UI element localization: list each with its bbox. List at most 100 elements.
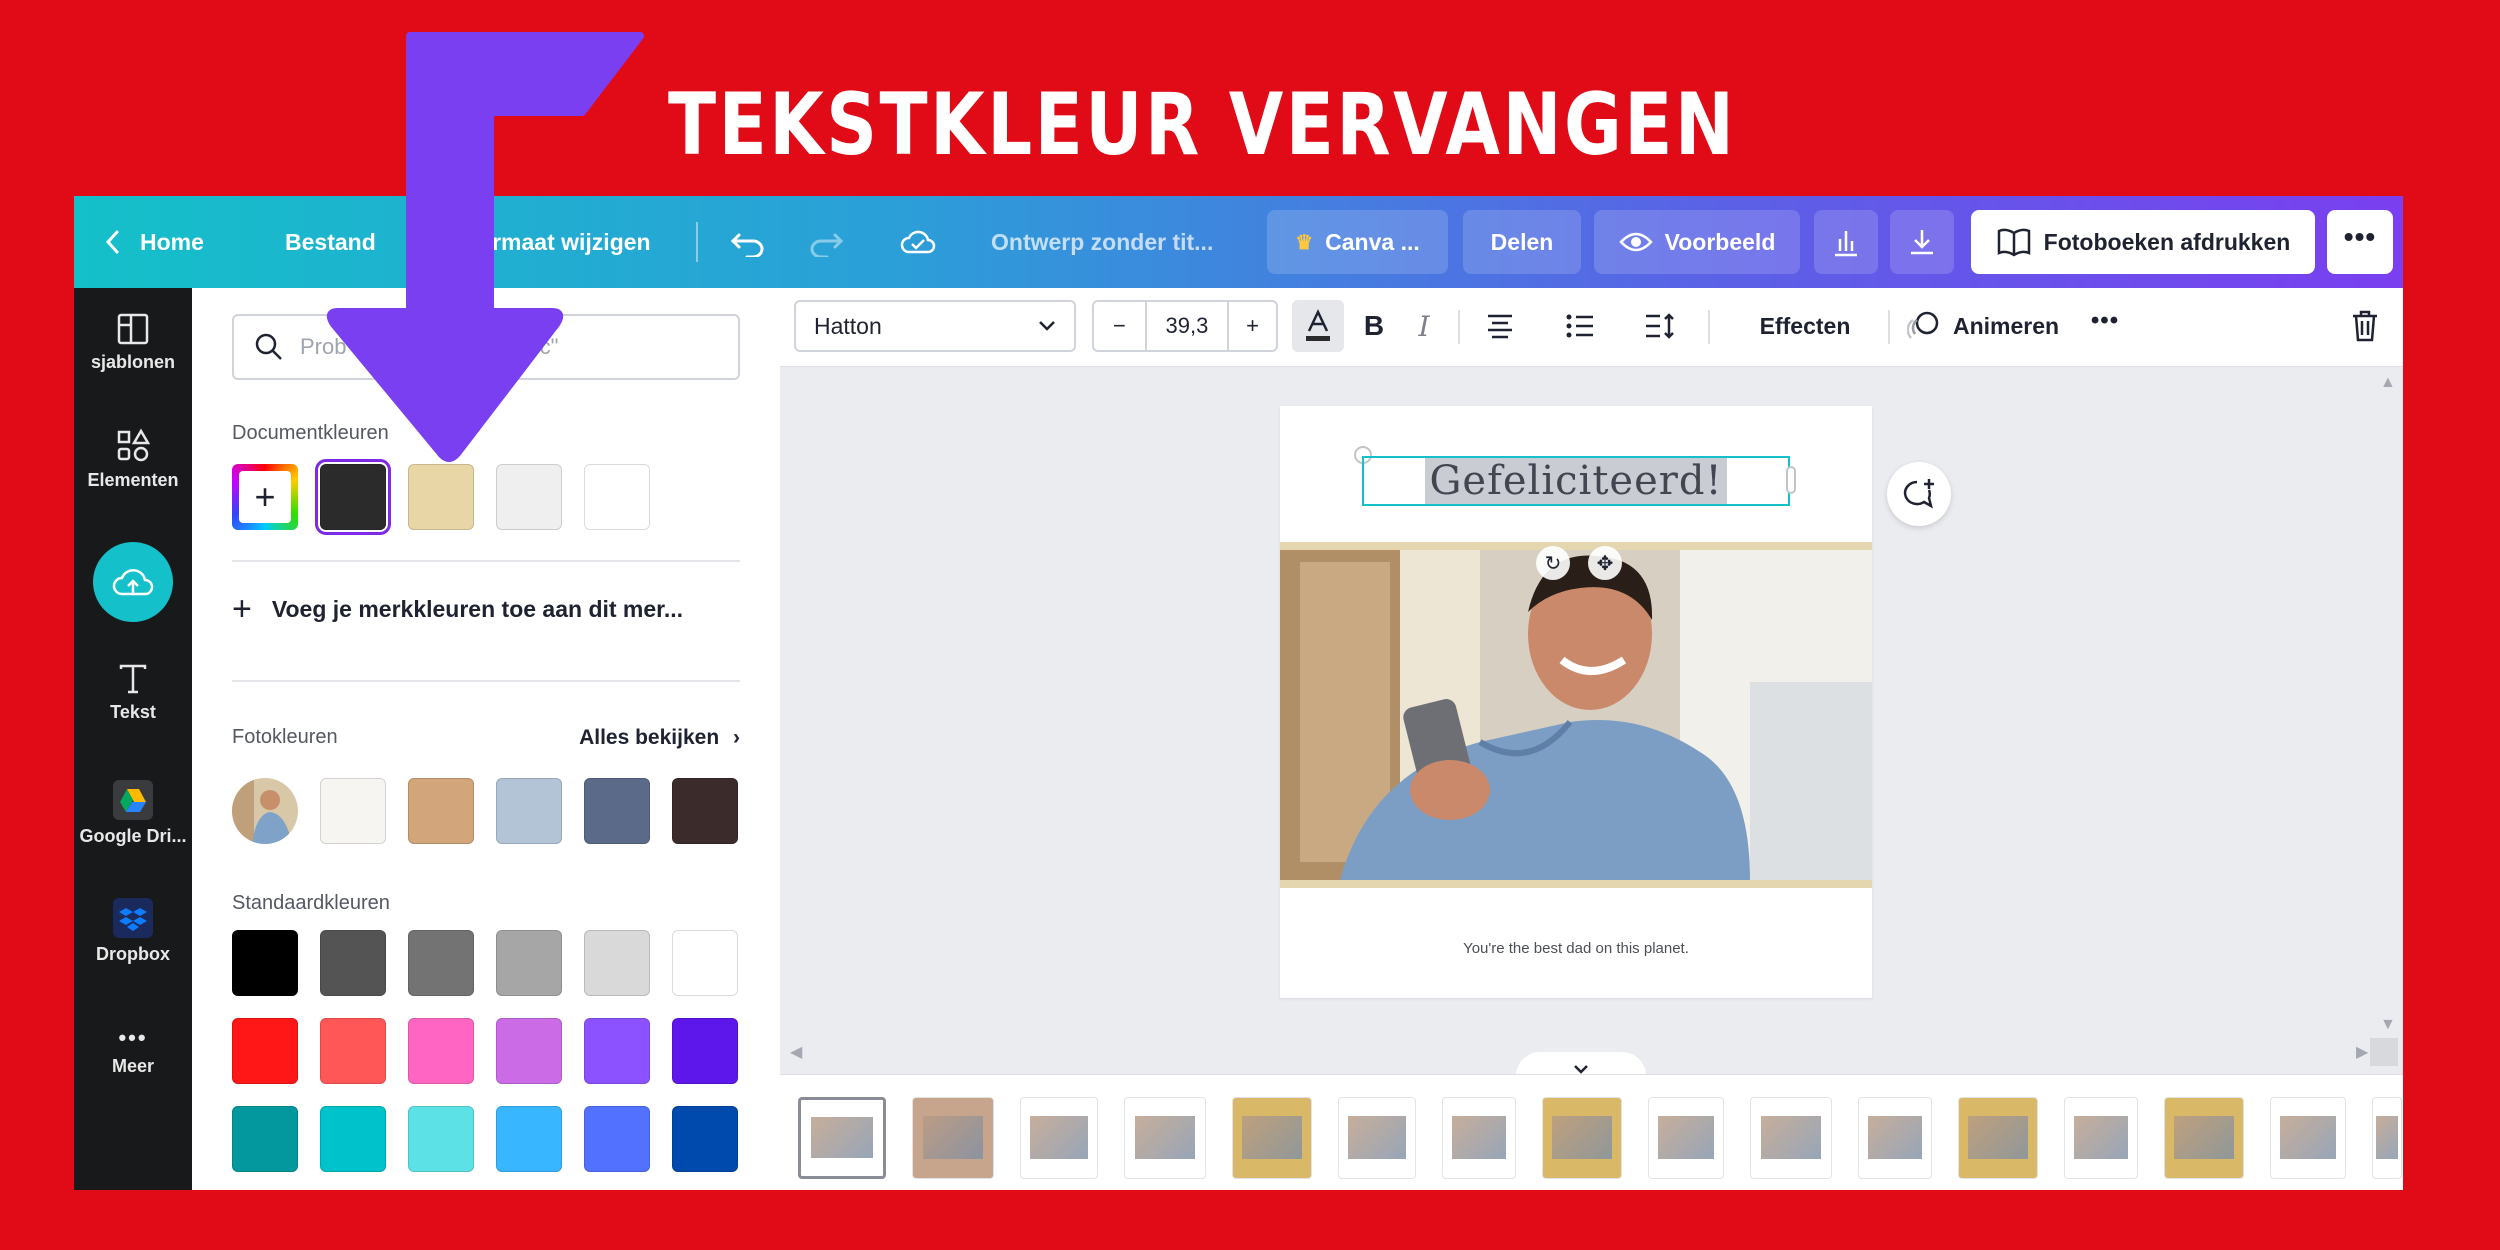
animate-button[interactable]: Animeren [1898,300,2068,352]
default-color-swatch[interactable] [320,930,386,996]
default-color-swatch[interactable] [672,930,738,996]
bold-button[interactable]: B [1352,300,1396,352]
page-thumbnail[interactable] [1442,1097,1516,1179]
page-thumbnail[interactable] [2372,1097,2402,1179]
add-brand-colors-button[interactable]: + Voeg je merkkleuren toe aan dit mer... [232,590,683,629]
default-color-swatch[interactable] [496,1018,562,1084]
document-color-swatch[interactable] [408,464,474,530]
resize-handle[interactable] [1786,466,1796,494]
scroll-right-arrow[interactable]: ▶ [2356,1042,2368,1062]
default-color-swatch[interactable] [232,1106,298,1172]
preview-button[interactable]: Voorbeeld [1594,210,1800,274]
color-search-input[interactable]: Prob 0c4cc" [232,314,740,380]
default-color-swatch[interactable] [408,1106,474,1172]
document-title[interactable]: Ontwerp zonder tit... [991,196,1213,288]
page-thumbnail[interactable] [2064,1097,2138,1179]
move-control-icon[interactable]: ✥ [1588,546,1622,580]
scroll-up-arrow[interactable]: ▲ [2380,374,2396,392]
page-thumbnail[interactable] [912,1097,994,1179]
add-comment-button[interactable] [1887,462,1951,526]
sidebar-item-more[interactable]: ••• Meer [74,1026,192,1077]
default-color-swatch[interactable] [672,1106,738,1172]
text-color-button[interactable] [1292,300,1344,352]
default-color-swatch[interactable] [584,930,650,996]
document-color-swatch-selected[interactable] [315,459,391,535]
collapse-pages-button[interactable] [1516,1052,1646,1076]
page-thumbnail[interactable] [1020,1097,1098,1179]
decrease-size-button[interactable]: − [1094,302,1147,350]
cloud-saved-button[interactable] [900,196,936,288]
document-color-swatch[interactable] [584,464,650,530]
delete-button[interactable] [2340,300,2390,352]
effects-button[interactable]: Effecten [1730,300,1880,352]
default-color-swatch[interactable] [584,1018,650,1084]
photo-color-swatch[interactable] [584,778,650,844]
document-color-swatch[interactable] [496,464,562,530]
see-all-link[interactable]: Alles bekijken › [579,726,740,750]
sidebar-item-text[interactable]: Tekst [74,662,192,723]
page-thumbnail[interactable] [1648,1097,1724,1179]
page-thumbnail[interactable] [1750,1097,1832,1179]
default-color-swatch[interactable] [320,1106,386,1172]
increase-size-button[interactable]: + [1229,302,1276,350]
photo-color-swatch[interactable] [320,778,386,844]
sidebar-item-elements[interactable]: Elementen [74,428,192,491]
more-options-button[interactable]: ••• [2327,210,2393,274]
page-thumbnail[interactable] [1338,1097,1416,1179]
more-tools-button[interactable]: ••• [2080,300,2130,352]
resize-button[interactable]: Formaat wijzigen [464,196,651,288]
photo-color-swatch[interactable] [672,778,738,844]
default-color-swatch[interactable] [496,1106,562,1172]
upload-button[interactable] [93,542,173,622]
page-thumbnail[interactable] [2164,1097,2244,1179]
heading-text[interactable]: Gefeliciteerd! [1425,458,1727,504]
default-color-swatch[interactable] [408,930,474,996]
print-photobooks-button[interactable]: Fotoboeken afdrukken [1971,210,2315,274]
font-size-input[interactable]: 39,3 [1147,302,1230,350]
page-thumbnail[interactable] [1124,1097,1206,1179]
default-color-swatch[interactable] [672,1018,738,1084]
default-color-swatch[interactable] [320,1018,386,1084]
undo-button[interactable] [729,196,767,288]
trash-icon [2353,310,2377,342]
design-page[interactable]: Gefeliciteerd! ↻ ✥ You're the best dad o… [1280,406,1872,998]
font-size-stepper: − 39,3 + [1092,300,1278,352]
align-center-button[interactable] [1474,300,1526,352]
scroll-left-arrow[interactable]: ◀ [790,1042,802,1062]
default-color-swatch[interactable] [408,1018,474,1084]
page-thumbnail[interactable] [1232,1097,1312,1179]
default-color-swatch[interactable] [232,930,298,996]
default-color-swatch[interactable] [496,930,562,996]
photo-thumbnail[interactable] [232,778,298,844]
file-menu[interactable]: Bestand [285,196,376,288]
home-button[interactable]: Home [104,196,204,288]
redo-button[interactable] [807,196,845,288]
scroll-down-arrow[interactable]: ▼ [2380,1016,2396,1034]
page-thumbnail[interactable] [1858,1097,1932,1179]
rotate-control-icon[interactable]: ↻ [1536,546,1570,580]
caption-text[interactable]: You're the best dad on this planet. [1280,940,1872,957]
canva-pro-button[interactable]: ♛ Canva ... [1267,210,1448,274]
default-color-swatch[interactable] [232,1018,298,1084]
sidebar-item-google-drive[interactable]: Google Dri... [74,780,192,847]
sidebar-item-templates[interactable]: sjablonen [74,312,192,373]
page-thumbnail[interactable] [2270,1097,2346,1179]
page-thumbnail[interactable] [1542,1097,1622,1179]
spacing-button[interactable] [1634,300,1686,352]
photo-color-swatch[interactable] [496,778,562,844]
add-color-button[interactable]: + [232,464,298,530]
share-button[interactable]: Delen [1463,210,1581,274]
photo-color-swatch[interactable] [408,778,474,844]
insights-button[interactable] [1814,210,1878,274]
sidebar-item-dropbox[interactable]: Dropbox [74,898,192,965]
italic-button[interactable]: I [1402,300,1446,352]
list-button[interactable] [1554,300,1606,352]
thumbnail-photo [1030,1115,1088,1159]
page-thumbnail[interactable] [1958,1097,2038,1179]
default-color-swatch[interactable] [584,1106,650,1172]
selected-text-box[interactable]: Gefeliciteerd! [1362,456,1796,506]
font-dropdown[interactable]: Hatton [794,300,1076,352]
download-button[interactable] [1890,210,1954,274]
dad-photo[interactable]: ↻ ✥ [1280,542,1872,888]
page-thumbnail-active[interactable] [798,1097,886,1179]
